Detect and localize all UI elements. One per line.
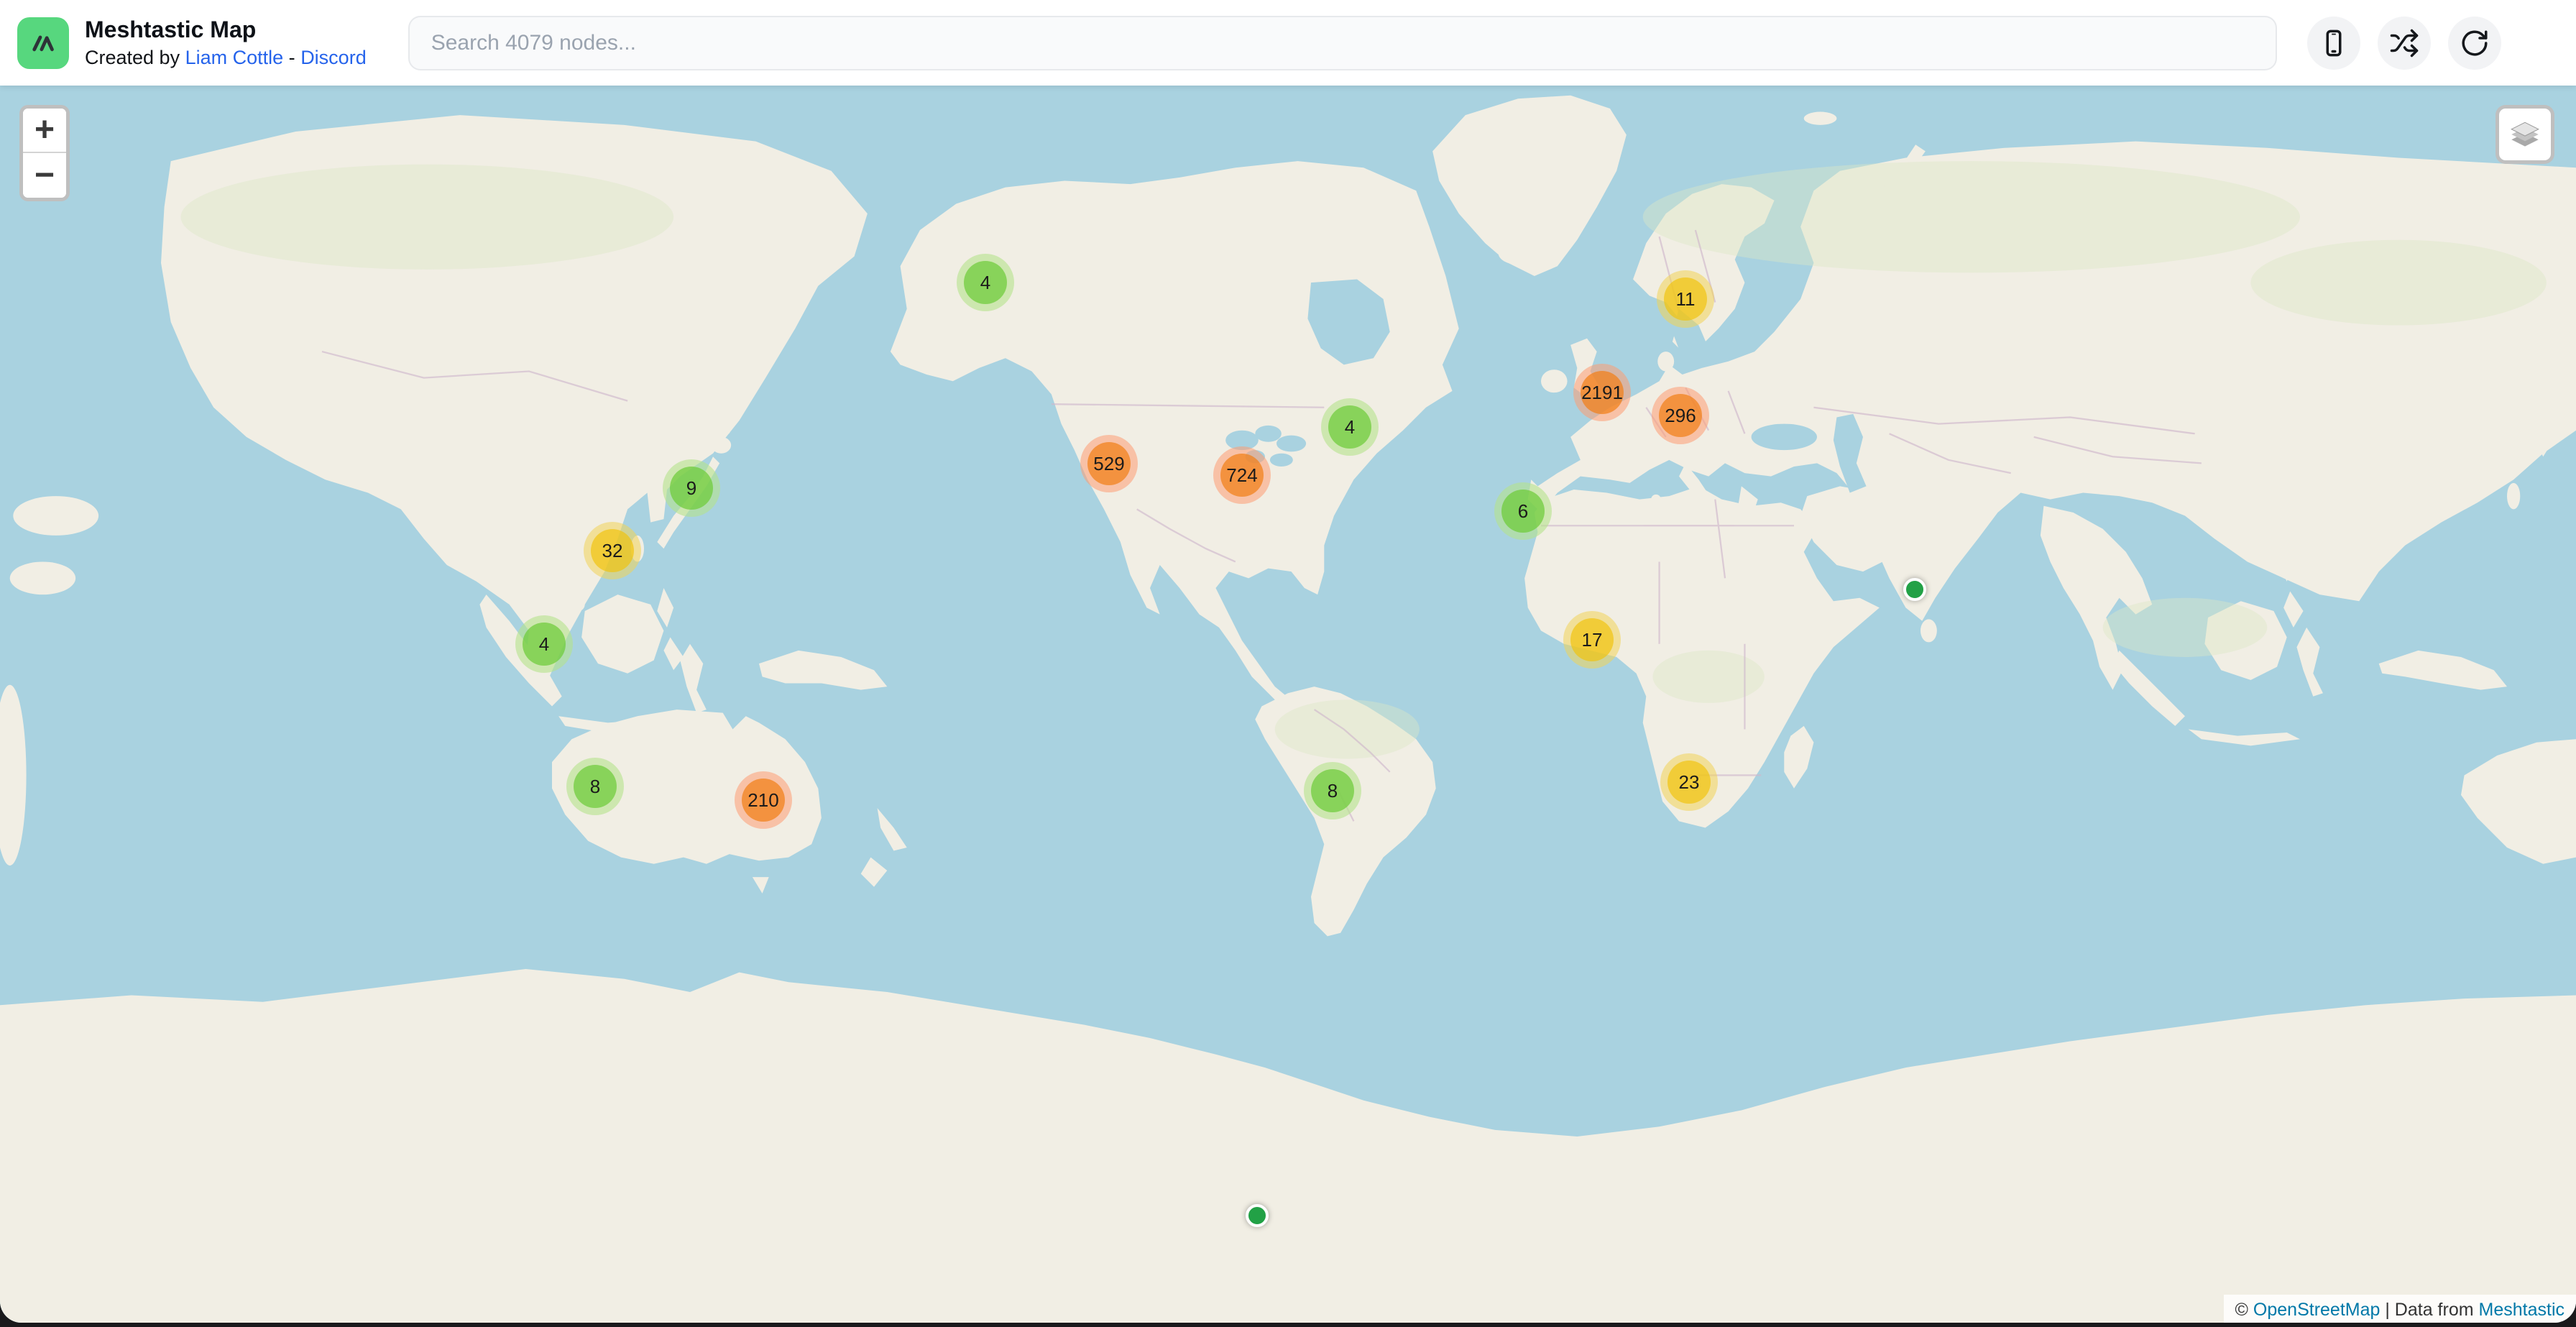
- title-block: Meshtastic Map Created by Liam Cottle - …: [85, 17, 367, 70]
- discord-link[interactable]: Discord: [300, 47, 367, 68]
- cluster-marker[interactable]: 8: [566, 758, 624, 815]
- phone-icon: [2319, 28, 2349, 58]
- cluster-marker[interactable]: 2191: [1573, 364, 1631, 421]
- cluster-count: 4: [964, 261, 1007, 304]
- cluster-marker[interactable]: 17: [1563, 611, 1621, 669]
- world-map: [0, 86, 2576, 1323]
- cluster-count: 8: [574, 765, 617, 808]
- cluster-count: 724: [1220, 454, 1264, 497]
- attribution-middle-text: | Data from: [2380, 1300, 2478, 1320]
- osm-link[interactable]: OpenStreetMap: [2253, 1300, 2380, 1320]
- cluster-marker[interactable]: 23: [1660, 753, 1718, 811]
- cluster-count: 4: [523, 623, 566, 666]
- cluster-marker[interactable]: 4: [515, 615, 573, 673]
- cluster-count: 296: [1659, 394, 1702, 437]
- cluster-marker[interactable]: 4: [1321, 398, 1379, 456]
- shuffle-icon: [2389, 28, 2419, 58]
- refresh-icon: [2460, 28, 2490, 58]
- cluster-marker[interactable]: 32: [584, 522, 641, 579]
- zoom-in-button[interactable]: +: [23, 109, 66, 153]
- cluster-count: 6: [1501, 490, 1545, 533]
- cluster-count: 2191: [1581, 371, 1624, 414]
- mobile-app-button[interactable]: [2307, 17, 2360, 70]
- node-marker[interactable]: [1246, 1204, 1269, 1227]
- map-zoom-control: + −: [19, 105, 70, 201]
- cluster-count: 9: [670, 467, 713, 510]
- cluster-marker[interactable]: 6: [1494, 482, 1552, 540]
- node-marker[interactable]: [1903, 578, 1926, 601]
- app-window: Meshtastic Map Created by Liam Cottle - …: [0, 0, 2576, 1323]
- cluster-marker[interactable]: 210: [735, 771, 792, 829]
- cluster-marker[interactable]: 724: [1213, 446, 1271, 504]
- cluster-count: 8: [1311, 769, 1354, 812]
- map-container[interactable]: + − © OpenStreetMap | Data from Meshtast…: [0, 86, 2576, 1323]
- search-wrap: [408, 16, 2277, 70]
- search-input[interactable]: [408, 16, 2277, 70]
- zoom-out-button[interactable]: −: [23, 153, 66, 198]
- meshtastic-link[interactable]: Meshtastic: [2479, 1300, 2564, 1320]
- cluster-marker[interactable]: 11: [1657, 270, 1714, 328]
- layers-icon: [2507, 116, 2543, 152]
- dash-text: -: [289, 47, 295, 68]
- cluster-marker[interactable]: 296: [1652, 387, 1709, 444]
- meshtastic-logo-icon: [27, 27, 60, 60]
- cluster-count: 4: [1328, 405, 1371, 449]
- header: Meshtastic Map Created by Liam Cottle - …: [0, 0, 2576, 86]
- cluster-marker[interactable]: 8: [1304, 762, 1361, 819]
- cluster-marker[interactable]: 529: [1080, 435, 1138, 492]
- cluster-count: 11: [1664, 277, 1707, 321]
- cluster-marker[interactable]: 4: [957, 254, 1014, 311]
- meshtastic-logo: [17, 17, 69, 69]
- shuffle-button[interactable]: [2378, 17, 2431, 70]
- layers-control[interactable]: [2496, 105, 2554, 164]
- cluster-count: 210: [742, 779, 785, 822]
- copyright-text: ©: [2235, 1300, 2253, 1320]
- map-attribution: © OpenStreetMap | Data from Meshtastic: [2224, 1295, 2576, 1323]
- cluster-count: 529: [1087, 442, 1131, 485]
- header-actions: [2307, 17, 2501, 70]
- cluster-count: 23: [1668, 761, 1711, 804]
- cluster-marker[interactable]: 9: [663, 459, 720, 517]
- cluster-count: 32: [591, 529, 634, 572]
- created-by-text: Created by: [85, 47, 180, 68]
- page-title: Meshtastic Map: [85, 17, 367, 43]
- cluster-count: 17: [1570, 618, 1614, 661]
- refresh-button[interactable]: [2448, 17, 2501, 70]
- author-link[interactable]: Liam Cottle: [185, 47, 284, 68]
- page-subtitle: Created by Liam Cottle - Discord: [85, 47, 367, 69]
